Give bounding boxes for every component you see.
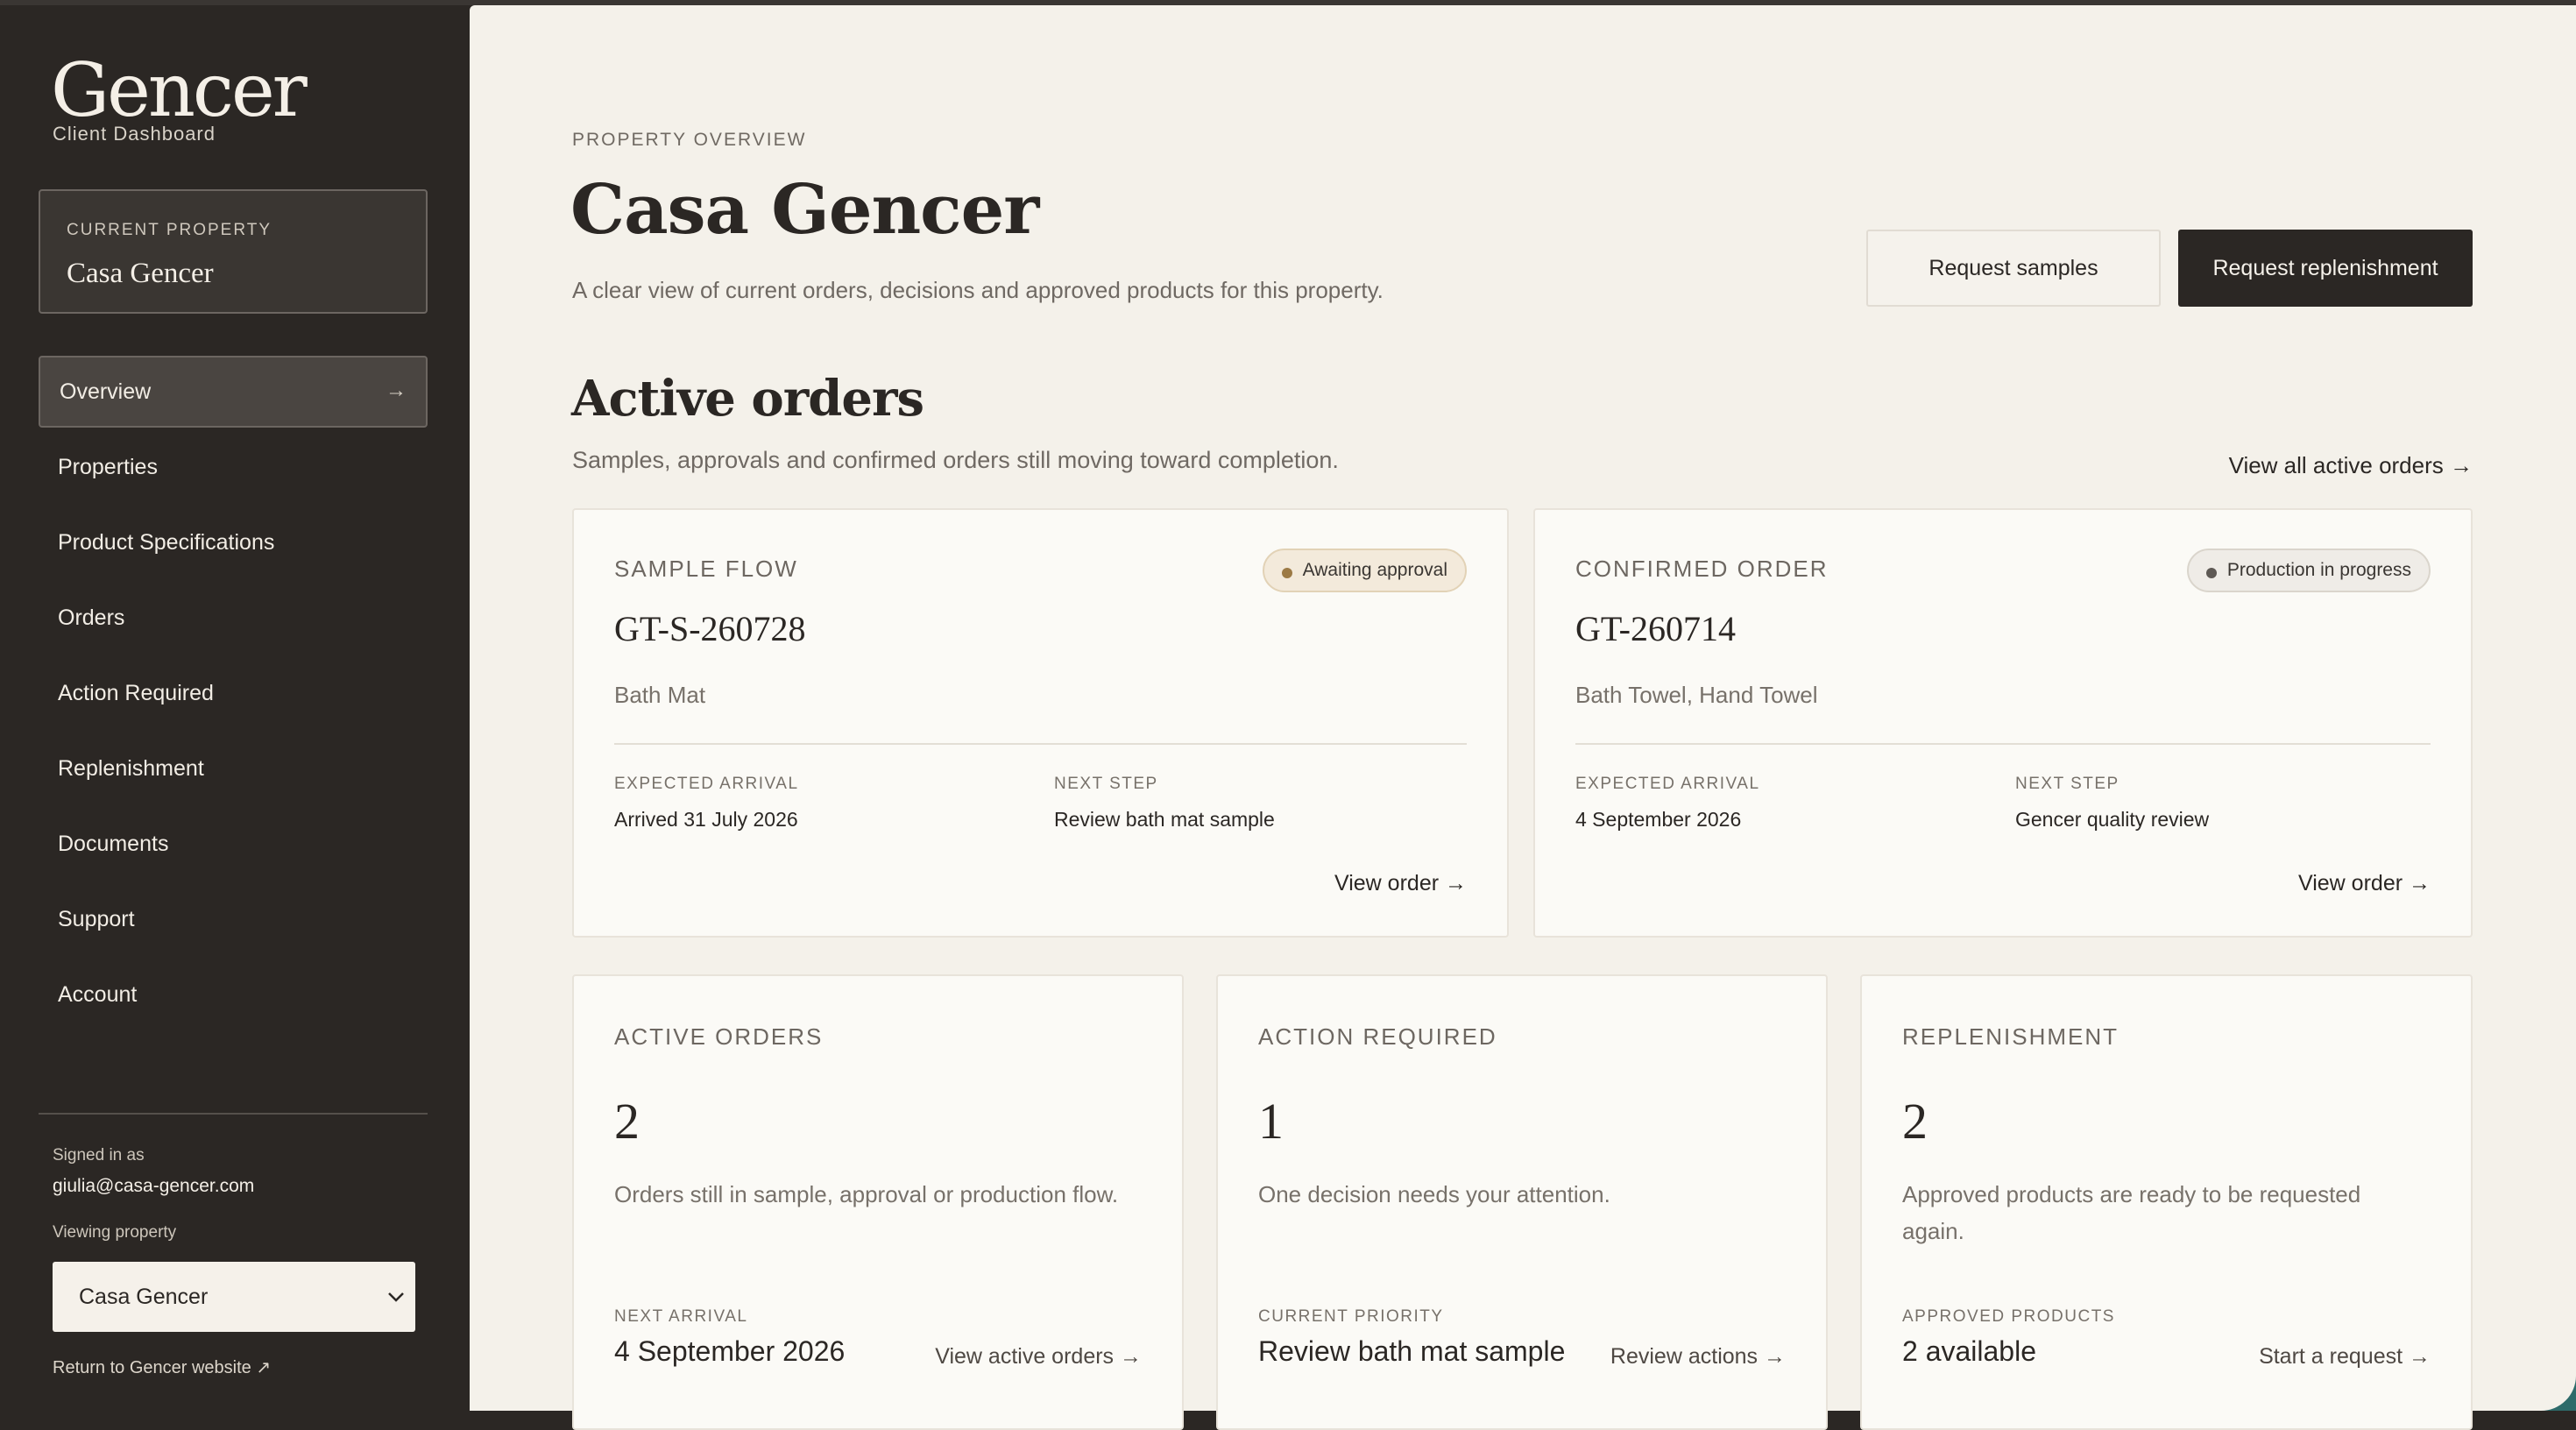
page-title: Casa Gencer	[570, 170, 1039, 250]
stat-footer-label: CURRENT PRIORITY	[1258, 1307, 1444, 1326]
sidebar-item-label: Overview	[60, 379, 152, 404]
stat-footer-label: APPROVED PRODUCTS	[1902, 1307, 2115, 1326]
status-badge-label: Production in progress	[2226, 560, 2411, 580]
stat-description: One decision needs your attention.	[1258, 1181, 1610, 1207]
stat-footer-value: 4 September 2026	[614, 1335, 846, 1367]
sidebar-item-orders[interactable]: Orders	[39, 582, 428, 654]
stat-kicker: REPLENISHMENT	[1902, 1023, 2120, 1050]
view-order-link[interactable]: View order →	[2298, 871, 2431, 896]
main-content: PROPERTY OVERVIEW Casa Gencer A clear vi…	[470, 5, 2576, 1430]
sidebar-nav: Overview → Properties Product Specificat…	[39, 356, 428, 1034]
sidebar-divider	[39, 1113, 428, 1115]
order-number: GT-S-260728	[614, 609, 806, 648]
signed-in-email: giulia@casa-gencer.com	[53, 1176, 255, 1196]
stat-number: 2	[614, 1093, 640, 1150]
order-card-kicker: CONFIRMED ORDER	[1575, 556, 1829, 582]
sidebar-item-label: Product Specifications	[58, 529, 275, 555]
current-property-box: CURRENT PROPERTY Casa Gencer	[39, 189, 428, 314]
sidebar-item-label: Support	[58, 906, 135, 931]
current-property-label: CURRENT PROPERTY	[67, 221, 272, 239]
sidebar-item-overview[interactable]: Overview →	[39, 356, 428, 428]
stat-description: Orders still in sample, approval or prod…	[614, 1181, 1119, 1207]
brand-logo[interactable]: Gencer	[51, 51, 308, 130]
order-product: Bath Towel, Hand Towel	[1575, 682, 1818, 708]
active-orders-subtitle: Samples, approvals and confirmed orders …	[572, 447, 1339, 473]
expected-arrival-label: EXPECTED ARRIVAL	[1575, 775, 1760, 793]
order-card-kicker: SAMPLE FLOW	[614, 556, 798, 582]
order-number: GT-260714	[1575, 609, 1736, 648]
next-step-value: Review bath mat sample	[1054, 808, 1275, 831]
next-step-value: Gencer quality review	[2015, 808, 2210, 831]
stat-number: 1	[1258, 1093, 1284, 1150]
expected-arrival-value: 4 September 2026	[1575, 808, 1742, 831]
next-step-label: NEXT STEP	[2015, 775, 2120, 793]
sidebar-item-account[interactable]: Account	[39, 959, 428, 1030]
stat-footer-label: NEXT ARRIVAL	[614, 1307, 748, 1326]
view-all-active-orders-link[interactable]: View all active orders →	[2229, 452, 2473, 479]
order-product: Bath Mat	[614, 682, 706, 708]
start-request-link[interactable]: Start a request →	[2259, 1344, 2431, 1370]
arrow-right-icon: →	[386, 379, 407, 402]
current-property-name: Casa Gencer	[67, 258, 214, 289]
status-badge: Awaiting approval	[1262, 549, 1467, 592]
stat-card-active-orders: ACTIVE ORDERS 2 Orders still in sample, …	[572, 974, 1184, 1430]
sidebar-item-documents[interactable]: Documents	[39, 808, 428, 880]
review-actions-link[interactable]: Review actions →	[1610, 1344, 1786, 1370]
view-order-link[interactable]: View order →	[1334, 871, 1467, 896]
active-orders-title: Active orders	[571, 370, 924, 428]
brand-subtitle: Client Dashboard	[53, 123, 216, 145]
request-samples-button[interactable]: Request samples	[1866, 230, 2161, 307]
stat-footer-value: Review bath mat sample	[1258, 1335, 1566, 1367]
expected-arrival-value: Arrived 31 July 2026	[614, 808, 798, 831]
card-divider	[1575, 743, 2431, 745]
status-badge-label: Awaiting approval	[1302, 560, 1447, 580]
window-corner	[2541, 1376, 2576, 1411]
sidebar-item-product-specifications[interactable]: Product Specifications	[39, 506, 428, 578]
sidebar-item-label: Action Required	[58, 680, 214, 705]
sidebar-item-label: Properties	[58, 454, 158, 479]
sidebar-item-label: Documents	[58, 831, 169, 856]
sidebar-item-replenishment[interactable]: Replenishment	[39, 733, 428, 804]
sidebar-item-action-required[interactable]: Action Required	[39, 657, 428, 729]
property-select[interactable]: Casa Gencer	[53, 1262, 415, 1332]
page-subtitle: A clear view of current orders, decision…	[572, 277, 1384, 303]
sidebar-item-properties[interactable]: Properties	[39, 431, 428, 503]
order-card-sample-flow: SAMPLE FLOW Awaiting approval GT-S-26072…	[572, 508, 1509, 938]
viewing-property-label: Viewing property	[53, 1223, 177, 1242]
sidebar-item-support[interactable]: Support	[39, 883, 428, 955]
request-replenishment-button[interactable]: Request replenishment	[2178, 230, 2473, 307]
sidebar-item-label: Account	[58, 981, 138, 1007]
stat-card-action-required: ACTION REQUIRED 1 One decision needs you…	[1216, 974, 1828, 1430]
stat-footer-value: 2 available	[1902, 1335, 2036, 1367]
stat-kicker: ACTION REQUIRED	[1258, 1023, 1497, 1050]
stat-card-replenishment: REPLENISHMENT 2 Approved products are re…	[1860, 974, 2473, 1430]
stat-number: 2	[1902, 1093, 1928, 1150]
status-badge: Production in progress	[2186, 549, 2431, 592]
expected-arrival-label: EXPECTED ARRIVAL	[614, 775, 799, 793]
status-dot-icon	[1281, 568, 1292, 578]
signed-in-label: Signed in as	[53, 1146, 145, 1165]
stat-kicker: ACTIVE ORDERS	[614, 1023, 824, 1050]
stat-description: Approved products are ready to be reques…	[1902, 1181, 2361, 1244]
return-to-website-link[interactable]: Return to Gencer website ↗	[53, 1356, 271, 1378]
property-select-value: Casa Gencer	[79, 1284, 209, 1309]
sidebar: Gencer Client Dashboard CURRENT PROPERTY…	[0, 5, 470, 1411]
order-card-confirmed: CONFIRMED ORDER Production in progress G…	[1533, 508, 2473, 938]
sidebar-item-label: Replenishment	[58, 755, 204, 781]
chevron-down-icon	[386, 1276, 407, 1324]
view-active-orders-link[interactable]: View active orders →	[935, 1344, 1142, 1370]
card-divider	[614, 743, 1467, 745]
sidebar-item-label: Orders	[58, 605, 125, 630]
page-eyebrow: PROPERTY OVERVIEW	[572, 130, 807, 150]
next-step-label: NEXT STEP	[1054, 775, 1158, 793]
status-dot-icon	[2205, 568, 2217, 578]
